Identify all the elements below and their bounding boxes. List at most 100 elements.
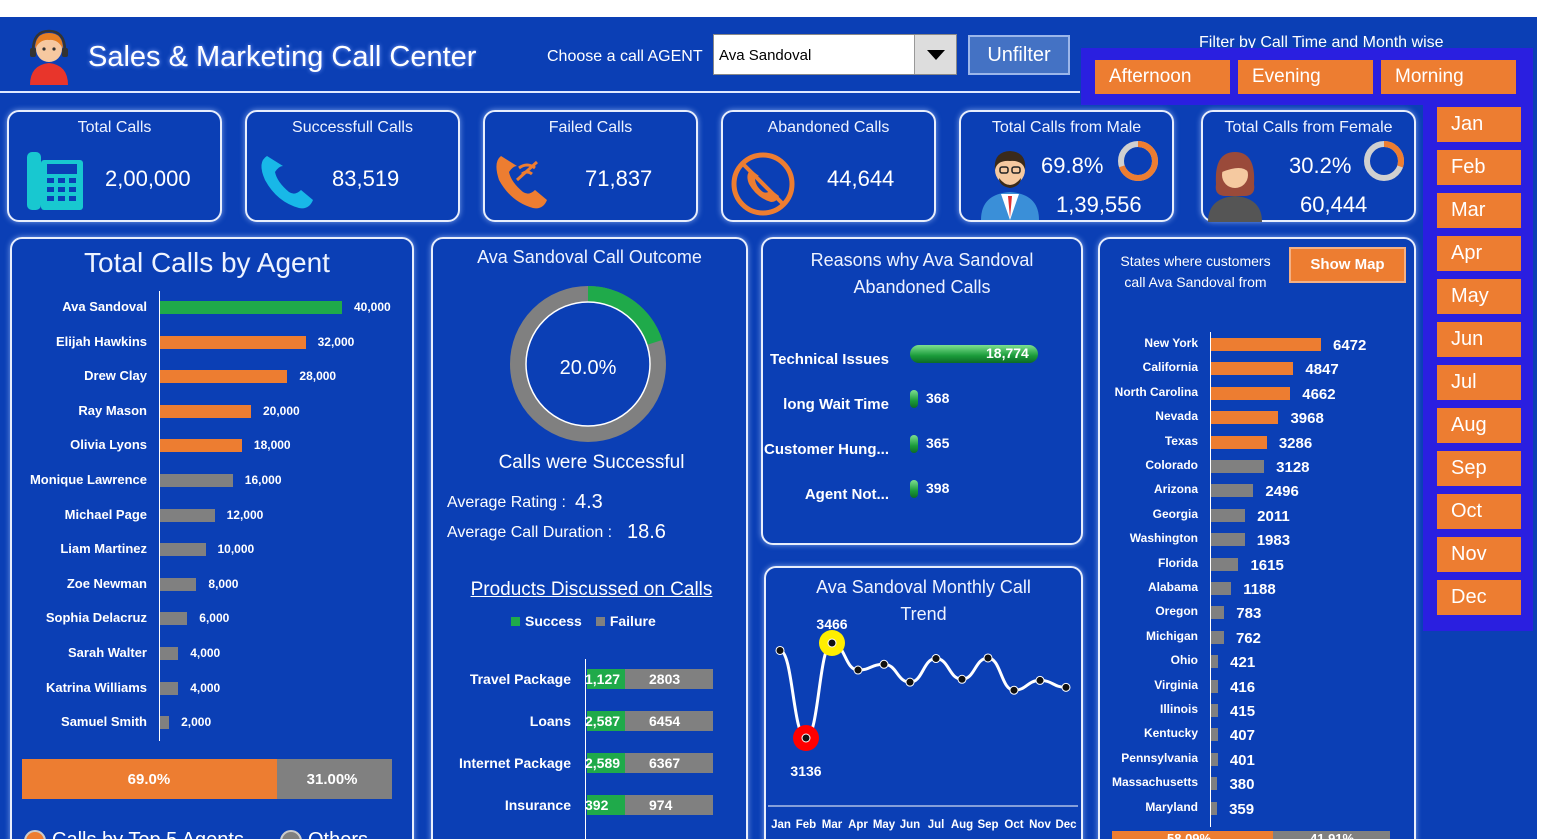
agent-avatar-icon	[30, 29, 68, 85]
state-value: 2011	[1257, 507, 1290, 525]
state-bar	[1211, 728, 1218, 742]
time-filter-evening[interactable]: Evening	[1238, 60, 1373, 94]
trend-point	[983, 653, 993, 663]
kpi-failed-calls: Failed Calls 71,837	[483, 110, 698, 222]
split-top-pct: 69.0%	[127, 771, 171, 788]
product-name: Internet Package	[458, 755, 571, 771]
agent-name: Ava Sandoval	[62, 299, 147, 314]
state-value: 783	[1236, 605, 1262, 623]
state-bar	[1211, 679, 1219, 693]
agent-name: Sarah Walter	[68, 645, 147, 660]
state-value: 2496	[1265, 483, 1299, 501]
trend-min-label: 3136	[790, 763, 821, 779]
state-name: Massachusetts	[1111, 775, 1198, 790]
trend-max-label: 3466	[816, 616, 847, 632]
legend-failure-label: Failure	[609, 613, 656, 629]
reasons-panel: Reasons why Ava Sandoval Abandoned Calls…	[761, 237, 1083, 545]
states-split-others-pct: 41.91%	[1310, 831, 1355, 839]
outcome-panel: Ava Sandoval Call Outcome 20.0% Calls we…	[431, 237, 748, 839]
product-name: Loans	[529, 713, 571, 729]
month-filter-jun[interactable]: Jun	[1437, 322, 1521, 357]
time-filter-morning[interactable]: Morning	[1381, 60, 1516, 94]
states-split-top-pct: 58.09%	[1167, 831, 1212, 839]
kpi-percent: 69.8%	[1041, 153, 1104, 178]
time-filter-afternoon[interactable]: Afternoon	[1095, 60, 1230, 94]
agent-name: Liam Martinez	[60, 541, 147, 557]
trend-point	[1035, 675, 1045, 685]
month-filter-sep[interactable]: Sep	[1437, 451, 1521, 486]
reason-bar	[910, 480, 918, 498]
state-name: Texas	[1164, 433, 1198, 448]
month-filter-dec[interactable]: Dec	[1437, 580, 1521, 615]
kpi-label: Total Calls from Female	[1224, 119, 1393, 136]
agent-bar	[160, 404, 251, 418]
kpi-abandoned-calls: Abandoned Calls 44,644	[721, 110, 936, 222]
product-success-value: 2,589	[585, 755, 621, 771]
product-failure-value: 974	[649, 797, 673, 813]
trend-point	[801, 733, 811, 743]
reasons-title: Reasons why Ava Sandoval Abandoned Calls	[810, 250, 1034, 297]
unfilter-button[interactable]: Unfilter	[968, 35, 1070, 75]
month-filter-jul[interactable]: Jul	[1437, 365, 1521, 400]
agent-value: 20,000	[263, 403, 300, 418]
agent-name: Drew Clay	[84, 368, 147, 384]
trend-point	[905, 677, 915, 687]
month-filter-nov[interactable]: Nov	[1437, 537, 1521, 572]
agent-value: 12,000	[226, 507, 264, 522]
month-filter-apr[interactable]: Apr	[1437, 236, 1521, 271]
kpi-male-calls: Total Calls from Male 69.8% 1,39,556	[959, 110, 1174, 222]
state-bar	[1211, 411, 1279, 425]
state-value: 359	[1229, 800, 1255, 818]
outcome-caption: Calls were Successful	[498, 452, 685, 473]
chevron-down-icon	[927, 50, 945, 60]
dropdown-button[interactable]	[914, 35, 956, 74]
state-value: 1188	[1243, 581, 1276, 598]
product-failure-value: 6454	[649, 713, 681, 729]
state-value: 1615	[1250, 556, 1284, 574]
month-filter-mar[interactable]: Mar	[1437, 193, 1521, 228]
month-filter-jan[interactable]: Jan	[1437, 107, 1521, 142]
state-bar	[1211, 338, 1321, 351]
agent-select-value: Ava Sandoval	[719, 47, 812, 64]
state-bar	[1211, 362, 1294, 376]
state-bar	[1211, 460, 1265, 473]
kpi-total-calls: Total Calls 2,00,000	[7, 110, 222, 222]
trend-x-tick: Aug	[951, 819, 973, 831]
month-filter-feb[interactable]: Feb	[1437, 150, 1521, 185]
month-filter-may[interactable]: May	[1437, 279, 1521, 314]
agent-name: Michael Page	[64, 506, 147, 522]
duration-value: 18.6	[627, 521, 666, 543]
product-success-value: 1,127	[585, 671, 621, 687]
agent-name: Olivia Lyons	[70, 437, 147, 453]
reason-name: Customer Hung...	[763, 441, 889, 458]
agent-name: Zoe Newman	[66, 575, 147, 591]
agent-bar	[160, 647, 179, 660]
phone-handset-icon	[261, 156, 313, 209]
outcome-pct: 20.0%	[559, 357, 617, 379]
state-name: Florida	[1157, 555, 1198, 570]
trend-x-tick: Jan	[771, 819, 791, 831]
state-bar	[1211, 752, 1218, 766]
agent-select[interactable]: Ava Sandoval	[713, 34, 957, 75]
state-bar	[1211, 484, 1254, 498]
trend-x-tick: May	[873, 819, 896, 831]
male-share-donut	[1118, 141, 1158, 181]
state-value: 4662	[1302, 385, 1336, 403]
female-share-donut	[1364, 141, 1404, 181]
state-bar	[1211, 386, 1291, 400]
kpi-label: Successfull Calls	[292, 119, 413, 136]
legend-top5-swatch	[24, 829, 46, 839]
reason-name: Technical Issues	[770, 351, 889, 368]
show-map-button[interactable]: Show Map	[1289, 247, 1406, 283]
month-filter-aug[interactable]: Aug	[1437, 408, 1521, 443]
state-value: 3968	[1290, 410, 1324, 428]
trend-x-tick: Jun	[900, 819, 920, 831]
trend-x-tick: Apr	[848, 819, 868, 831]
agent-name: Sophia Delacruz	[45, 610, 147, 626]
product-name: Travel Package	[469, 671, 571, 687]
agent-name: Katrina Williams	[45, 679, 147, 695]
month-filter-oct[interactable]: Oct	[1437, 494, 1521, 529]
kpi-percent: 30.2%	[1289, 153, 1352, 178]
trend-line-chart: Jan Feb Mar Apr May Jun Jul Aug Sep Oct Nov Dec 3466…	[768, 616, 1078, 831]
agent-name: Elijah Hawkins	[55, 333, 147, 349]
